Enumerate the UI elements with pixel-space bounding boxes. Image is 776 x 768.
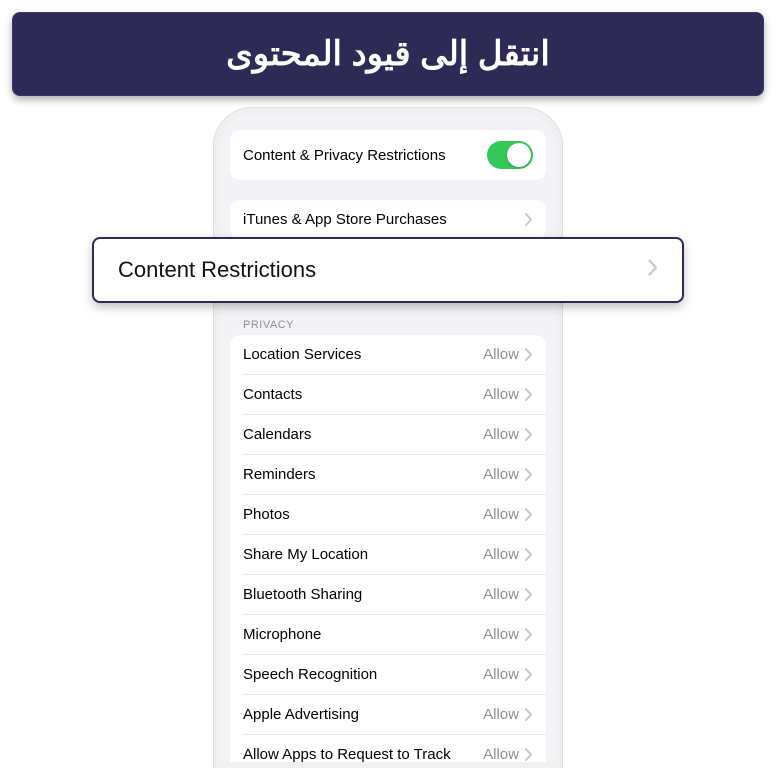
privacy-row-label: Speech Recognition bbox=[243, 666, 483, 683]
privacy-row-label: Bluetooth Sharing bbox=[243, 586, 483, 603]
privacy-row-value: Allow bbox=[483, 586, 519, 603]
instruction-text: انتقل إلى قيود المحتوى bbox=[226, 34, 550, 74]
chevron-right-icon bbox=[525, 348, 533, 361]
content-privacy-label: Content & Privacy Restrictions bbox=[243, 147, 487, 164]
privacy-row-value: Allow bbox=[483, 546, 519, 563]
privacy-row[interactable]: Share My LocationAllow bbox=[230, 535, 546, 574]
privacy-row-label: Calendars bbox=[243, 426, 483, 443]
privacy-row-value: Allow bbox=[483, 626, 519, 643]
privacy-row-value: Allow bbox=[483, 386, 519, 403]
privacy-row-label: Photos bbox=[243, 506, 483, 523]
content-privacy-toggle[interactable] bbox=[487, 141, 533, 169]
privacy-row[interactable]: PhotosAllow bbox=[230, 495, 546, 534]
privacy-row-value: Allow bbox=[483, 506, 519, 523]
privacy-row-value: Allow bbox=[483, 706, 519, 723]
privacy-row[interactable]: MicrophoneAllow bbox=[230, 615, 546, 654]
privacy-row[interactable]: Speech RecognitionAllow bbox=[230, 655, 546, 694]
content-privacy-row[interactable]: Content & Privacy Restrictions bbox=[230, 130, 546, 180]
content-privacy-card: Content & Privacy Restrictions bbox=[230, 130, 546, 180]
chevron-right-icon bbox=[525, 548, 533, 561]
chevron-right-icon bbox=[525, 468, 533, 481]
privacy-row-label: Reminders bbox=[243, 466, 483, 483]
privacy-row[interactable]: Bluetooth SharingAllow bbox=[230, 575, 546, 614]
chevron-right-icon bbox=[525, 708, 533, 721]
chevron-right-icon bbox=[648, 259, 658, 281]
privacy-list-card: Location ServicesAllowContactsAllowCalen… bbox=[230, 335, 546, 768]
chevron-right-icon bbox=[525, 668, 533, 681]
chevron-right-icon bbox=[525, 508, 533, 521]
privacy-row[interactable]: Apple AdvertisingAllow bbox=[230, 695, 546, 734]
phone-frame: Content & Privacy Restrictions iTunes & … bbox=[214, 108, 562, 768]
content-restrictions-highlight[interactable]: Content Restrictions bbox=[92, 237, 684, 303]
privacy-row-label: Allow Apps to Request to Track bbox=[243, 746, 483, 763]
privacy-section-header: PRIVACY bbox=[230, 313, 546, 335]
privacy-row-label: Share My Location bbox=[243, 546, 483, 563]
privacy-row[interactable]: RemindersAllow bbox=[230, 455, 546, 494]
privacy-row-value: Allow bbox=[483, 466, 519, 483]
itunes-row[interactable]: iTunes & App Store Purchases bbox=[230, 200, 546, 239]
privacy-row-value: Allow bbox=[483, 666, 519, 683]
chevron-right-icon bbox=[525, 428, 533, 441]
privacy-row[interactable]: Location ServicesAllow bbox=[230, 335, 546, 374]
itunes-label: iTunes & App Store Purchases bbox=[243, 211, 525, 228]
chevron-right-icon bbox=[525, 748, 533, 761]
privacy-row-label: Contacts bbox=[243, 386, 483, 403]
chevron-right-icon bbox=[525, 388, 533, 401]
phone-content: Content & Privacy Restrictions iTunes & … bbox=[220, 114, 556, 768]
privacy-row-label: Location Services bbox=[243, 346, 483, 363]
chevron-right-icon bbox=[525, 628, 533, 641]
chevron-right-icon bbox=[525, 588, 533, 601]
chevron-right-icon bbox=[525, 213, 533, 226]
privacy-row[interactable]: ContactsAllow bbox=[230, 375, 546, 414]
privacy-row-value: Allow bbox=[483, 746, 519, 763]
gap bbox=[230, 180, 546, 200]
privacy-row-label: Apple Advertising bbox=[243, 706, 483, 723]
privacy-row[interactable]: Allow Apps to Request to TrackAllow bbox=[230, 735, 546, 768]
instruction-banner: انتقل إلى قيود المحتوى bbox=[12, 12, 764, 96]
privacy-row-value: Allow bbox=[483, 426, 519, 443]
privacy-row-label: Microphone bbox=[243, 626, 483, 643]
privacy-row[interactable]: CalendarsAllow bbox=[230, 415, 546, 454]
privacy-row-value: Allow bbox=[483, 346, 519, 363]
store-card: iTunes & App Store Purchases bbox=[230, 200, 546, 239]
content-restrictions-label: Content Restrictions bbox=[118, 257, 648, 283]
